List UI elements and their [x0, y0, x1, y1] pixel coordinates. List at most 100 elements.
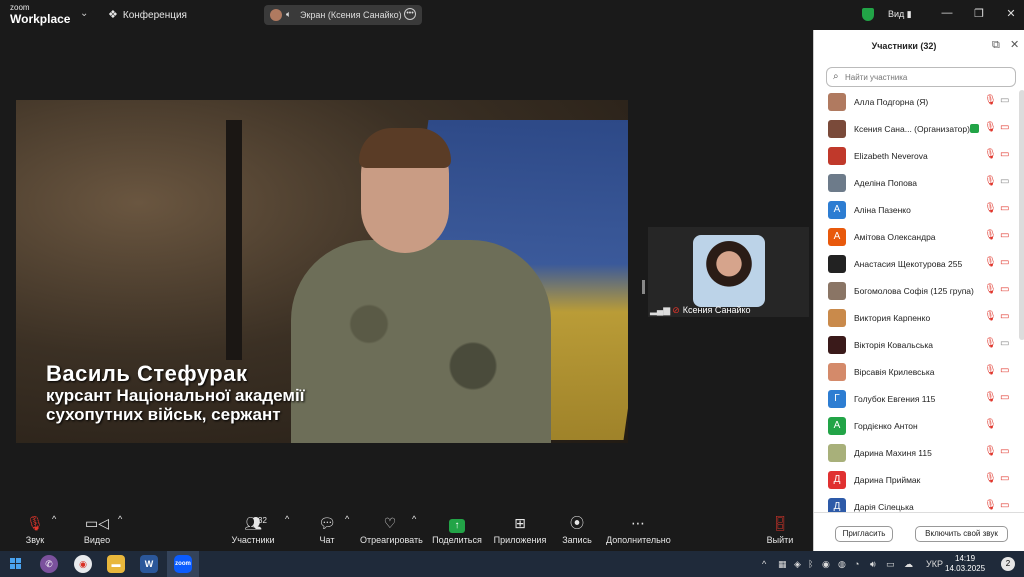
video-camera-off-icon[interactable]: ▭ [1000, 392, 1009, 403]
video-options-chevron-icon[interactable]: ^ [118, 514, 122, 524]
windows-start-icon[interactable] [10, 558, 22, 570]
minimize-icon[interactable]: — [940, 7, 954, 19]
participant-list[interactable]: Алла Подгорна (Я) 🎙︎ ▭ Ксения Сана... (Орга… [814, 90, 1019, 512]
video-camera-icon[interactable]: ▭ [1000, 176, 1009, 187]
screen-share-indicator[interactable]: 🔈︎ Экран (Ксения Санайко) ••• [264, 5, 422, 25]
chat-button[interactable]: 💬︎ Чат [312, 514, 342, 545]
apps-button[interactable]: ⊞ Приложения [492, 514, 548, 545]
participant-search[interactable]: ⌕ [826, 67, 1016, 87]
video-camera-off-icon[interactable]: ▭ [1000, 122, 1009, 133]
security-shield-icon[interactable] [862, 8, 874, 21]
audio-button[interactable]: 🎙︎ Звук [18, 514, 52, 545]
tray-app-icon[interactable]: ▦ [778, 559, 787, 570]
video-camera-off-icon[interactable]: ▭ [1000, 311, 1009, 322]
mic-muted-icon[interactable]: 🎙︎ [984, 203, 997, 214]
mic-muted-icon[interactable]: 🎙︎ [984, 500, 997, 511]
mic-muted-icon[interactable]: 🎙︎ [984, 473, 997, 484]
participant-row[interactable]: Дарина Махиня 115 🎙︎ ▭ [814, 441, 1019, 468]
participant-row[interactable]: А Амітова Олександра 🎙︎ ▭ [814, 225, 1019, 252]
zoom-app-icon[interactable]: zoom [174, 555, 192, 573]
search-input[interactable] [845, 71, 1005, 84]
more-button[interactable]: ⋯ Дополнительно [606, 514, 671, 545]
mic-muted-icon[interactable]: 🎙︎ [984, 122, 997, 133]
split-drag-handle[interactable] [642, 280, 645, 294]
video-camera-off-icon[interactable]: ▭ [1000, 365, 1009, 376]
share-button[interactable]: ↑ Поделиться [432, 514, 482, 545]
file-explorer-icon[interactable]: ▬ [107, 555, 125, 573]
mic-muted-icon[interactable]: 🎙︎ [984, 230, 997, 241]
chat-options-chevron-icon[interactable]: ^ [345, 514, 349, 524]
participant-row[interactable]: Д Дарія Сілецька 🎙︎ ▭ [814, 495, 1019, 512]
mic-muted-icon[interactable]: 🎙︎ [984, 311, 997, 322]
video-camera-off-icon[interactable]: ▭ [1000, 446, 1009, 457]
video-camera-off-icon[interactable]: ▭ [1000, 230, 1009, 241]
mic-muted-icon[interactable]: 🎙︎ [984, 338, 997, 349]
video-camera-off-icon[interactable]: ▭ [1000, 203, 1009, 214]
participant-row[interactable]: Виктория Карпенко 🎙︎ ▭ [814, 306, 1019, 333]
close-icon[interactable]: ✕ [1010, 38, 1019, 51]
view-button[interactable]: Вид ▮ [888, 9, 912, 20]
participant-row[interactable]: Анастасия Щекотурова 255 🎙︎ ▭ [814, 252, 1019, 279]
mic-muted-icon[interactable]: 🎙︎ [984, 365, 997, 376]
video-camera-off-icon[interactable]: ▭ [1000, 473, 1009, 484]
video-camera-off-icon[interactable]: ▭ [1000, 500, 1009, 511]
participant-row[interactable]: Вірсавія Крилевська 🎙︎ ▭ [814, 360, 1019, 387]
participant-row[interactable]: Аделіна Попова 🎙︎ ▭ [814, 171, 1019, 198]
participant-row[interactable]: Алла Подгорна (Я) 🎙︎ ▭ [814, 90, 1019, 117]
tray-app-icon[interactable]: ◉ [822, 559, 830, 570]
scrollbar[interactable] [1019, 90, 1024, 340]
participant-row[interactable]: Г Голубок Евгения 115 🎙︎ ▭ [814, 387, 1019, 414]
mic-muted-icon[interactable]: 🎙︎ [984, 392, 997, 403]
participant-row[interactable]: Elizabeth Neverova 🎙︎ ▭ [814, 144, 1019, 171]
mic-muted-icon[interactable]: 🎙︎ [984, 446, 997, 457]
participant-row[interactable]: А Гордієнко Антон 🎙︎ [814, 414, 1019, 441]
bluetooth-icon[interactable]: ᛒ [808, 559, 813, 569]
video-tile[interactable]: ▂▄▆ ⊘ Ксения Санайко [648, 227, 809, 317]
react-options-chevron-icon[interactable]: ^ [412, 514, 416, 524]
mic-muted-icon[interactable]: 🎙︎ [984, 95, 997, 106]
leave-button[interactable]: 🚪︎ Выйти [764, 514, 796, 545]
mic-muted-icon[interactable]: 🎙︎ [984, 149, 997, 160]
video-camera-off-icon[interactable]: ▭ [1000, 149, 1009, 160]
invite-button[interactable]: Пригласить [835, 526, 893, 542]
participants-button[interactable]: 👥︎ 32 Участники [228, 514, 278, 545]
participant-row[interactable]: А Аліна Пазенко 🎙︎ ▭ [814, 198, 1019, 225]
system-clock[interactable]: 14:19 14.03.2025 [945, 554, 985, 574]
word-icon[interactable]: W [140, 555, 158, 573]
mic-muted-icon[interactable]: 🎙︎ [984, 284, 997, 295]
video-camera-icon[interactable]: ▭ [1000, 338, 1009, 349]
viber-icon[interactable]: ✆ [40, 555, 58, 573]
video-camera-off-icon[interactable]: ▭ [1000, 284, 1009, 295]
video-camera-icon[interactable]: ▭ [1000, 95, 1009, 106]
chrome-icon[interactable]: ◉ [74, 555, 92, 573]
meeting-info-button[interactable]: ❖ Конференция [108, 8, 187, 21]
record-button[interactable]: ⦿ Запись [560, 514, 594, 545]
tray-zoom-icon[interactable]: ◍ [838, 559, 846, 570]
participant-row[interactable]: Вікторія Ковальська 🎙︎ ▭ [814, 333, 1019, 360]
more-icon[interactable]: ••• [404, 8, 416, 20]
battery-icon[interactable]: ▭ [886, 559, 895, 570]
unmute-self-button[interactable]: Включить свой звук [915, 526, 1008, 542]
restore-icon[interactable]: ❐ [972, 7, 986, 20]
volume-icon[interactable]: 🔊︎ [870, 559, 876, 570]
video-button[interactable]: ▭◁ Видео [80, 514, 114, 545]
react-button[interactable]: ♡ Отреагировать [360, 514, 423, 545]
close-icon[interactable]: ✕ [1004, 7, 1018, 20]
participants-options-chevron-icon[interactable]: ^ [285, 514, 289, 524]
language-indicator[interactable]: УКР [926, 559, 943, 569]
participant-row[interactable]: Д Дарина Приймак 🎙︎ ▭ [814, 468, 1019, 495]
participant-row[interactable]: Ксения Сана... (Организатор) 🎙︎ ▭ [814, 117, 1019, 144]
wifi-icon[interactable]: ◔ [854, 559, 859, 569]
zoom-logo[interactable]: zoom Workplace [10, 4, 70, 26]
mic-muted-icon[interactable]: 🎙︎ [984, 176, 997, 187]
mic-muted-icon[interactable]: 🎙︎ [984, 419, 997, 430]
mic-muted-icon[interactable]: 🎙︎ [984, 257, 997, 268]
notification-badge[interactable]: 2 [1001, 557, 1015, 571]
tray-chevron-icon[interactable]: ^ [762, 559, 766, 569]
participant-row[interactable]: Богомолова Софія (125 група) 🎙︎ ▭ [814, 279, 1019, 306]
popout-icon[interactable]: ⧉ [992, 39, 1000, 52]
audio-options-chevron-icon[interactable]: ^ [52, 514, 56, 524]
tray-app-icon[interactable]: ◈ [794, 559, 801, 570]
onedrive-icon[interactable]: ☁ [904, 559, 913, 570]
chevron-down-icon[interactable]: ⌄ [80, 8, 88, 19]
